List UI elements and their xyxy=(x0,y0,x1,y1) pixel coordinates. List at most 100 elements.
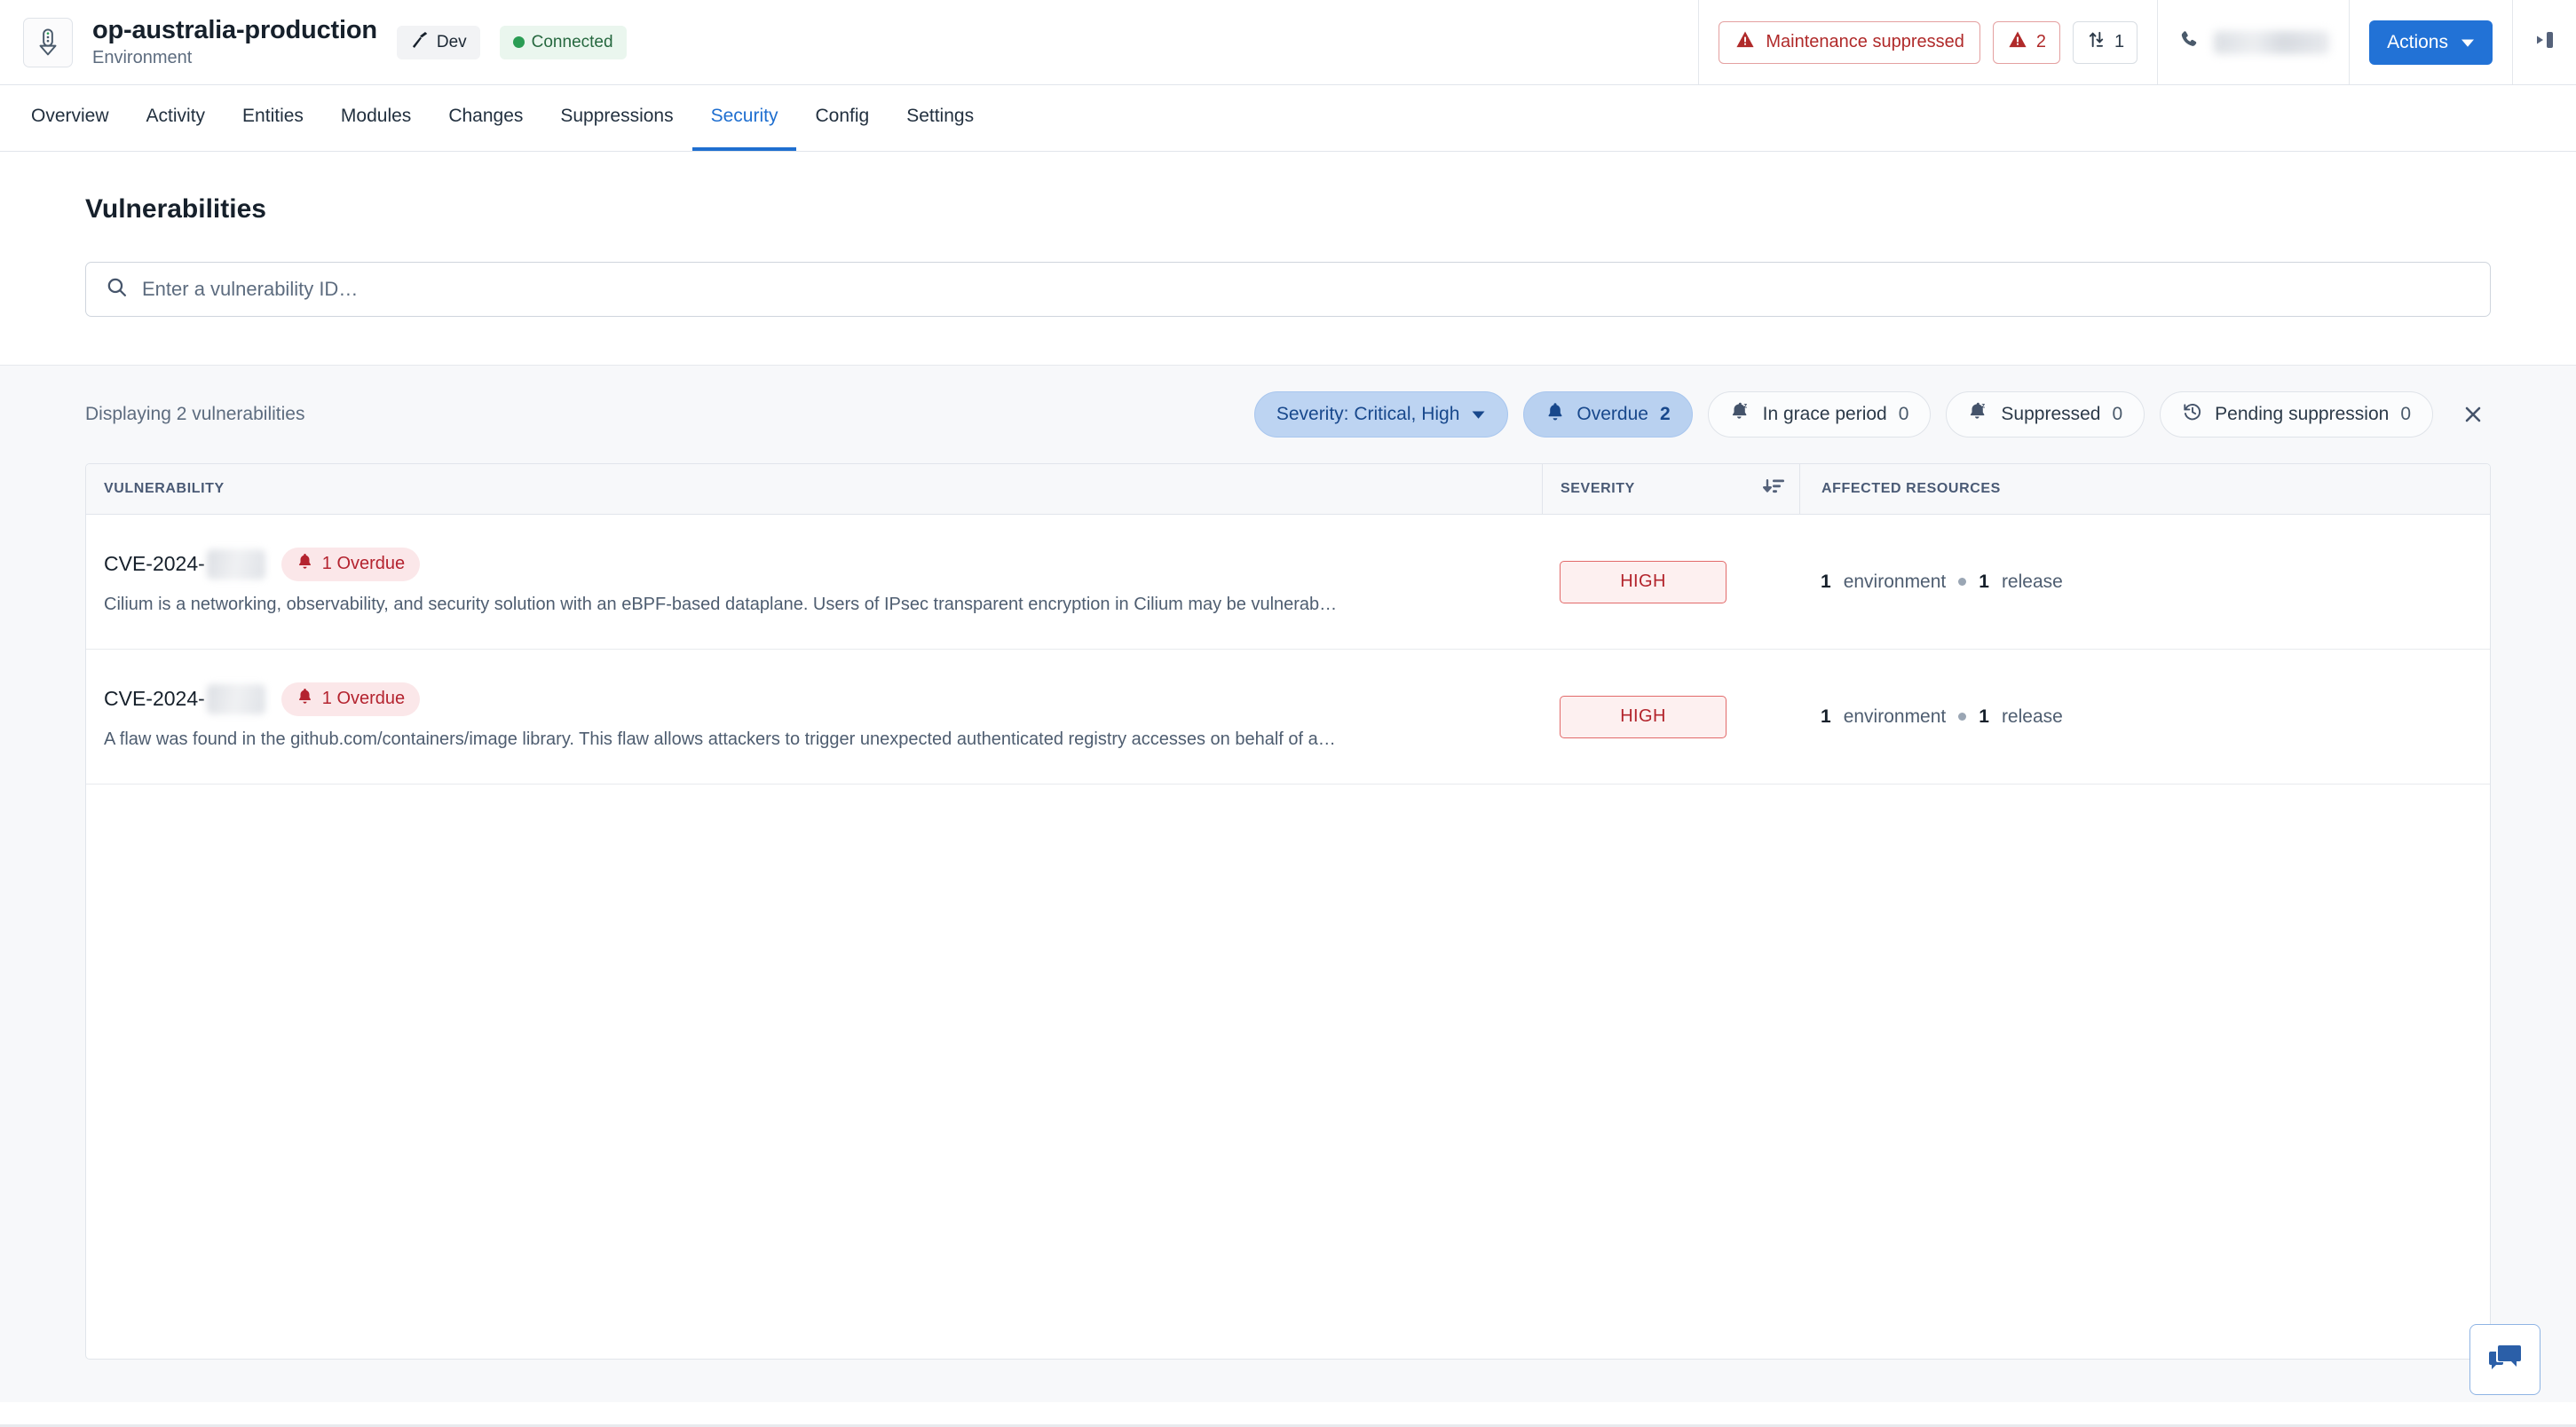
environment-count: 1 xyxy=(1821,706,1831,727)
svg-text:z: z xyxy=(1982,402,1986,410)
filter-chips: Severity: Critical, High Overdue 2 z In … xyxy=(1253,391,2491,438)
table-cell-severity: HIGH xyxy=(1542,515,1799,649)
filter-chip-pending-suppression-count: 0 xyxy=(2400,404,2411,424)
filter-chip-pending-suppression[interactable]: Pending suppression 0 xyxy=(2160,391,2433,438)
environment-icon xyxy=(23,17,73,67)
table-row[interactable]: CVE-2024- 1 Overdue A flaw was found in … xyxy=(86,650,2490,784)
table-header-row: Vulnerability Severity Affected resource… xyxy=(86,464,2490,515)
filter-chip-overdue-label: Overdue xyxy=(1576,404,1648,424)
warning-triangle-icon xyxy=(1734,29,1756,55)
warning-triangle-icon xyxy=(2007,29,2028,55)
table-cell-affected-resources: 1 environment 1 release xyxy=(1799,515,2490,649)
environment-label: environment xyxy=(1843,706,1947,727)
tab-modules[interactable]: Modules xyxy=(322,85,430,151)
actions-button[interactable]: Actions xyxy=(2369,20,2493,65)
table-cell-vulnerability: CVE-2024- 1 Overdue A flaw was found in … xyxy=(86,650,1542,784)
cve-line: CVE-2024- 1 Overdue xyxy=(104,682,1515,716)
filter-chip-in-grace-period[interactable]: z In grace period 0 xyxy=(1707,391,1932,438)
alerts-count-button[interactable]: 2 xyxy=(1992,20,2060,64)
chat-support-button[interactable] xyxy=(2469,1324,2540,1395)
status-dot-green-icon xyxy=(512,36,525,48)
filter-chip-overdue[interactable]: Overdue 2 xyxy=(1523,391,1693,438)
phone-icon[interactable] xyxy=(2177,28,2201,57)
cve-line: CVE-2024- 1 Overdue xyxy=(104,547,1515,581)
vulnerabilities-search-panel: Vulnerabilities xyxy=(0,152,2576,366)
cve-id-redacted xyxy=(206,683,265,714)
environment-label: environment xyxy=(1843,571,1947,592)
tab-config[interactable]: Config xyxy=(796,85,888,151)
bell-icon xyxy=(296,552,313,576)
header-actions-group: Actions xyxy=(2349,0,2512,84)
tab-overview[interactable]: Overview xyxy=(12,85,128,151)
bell-icon xyxy=(296,687,313,711)
cve-id: CVE-2024- xyxy=(104,548,265,579)
connection-tag: Connected xyxy=(499,25,627,59)
header-left: op-australia-production Environment Dev … xyxy=(0,0,1698,84)
search-icon xyxy=(106,276,128,303)
header-contact-group xyxy=(2157,0,2349,84)
release-count: 1 xyxy=(1979,571,1989,592)
panel-collapse-icon xyxy=(2533,27,2556,58)
app-header: op-australia-production Environment Dev … xyxy=(0,0,2576,85)
cve-description: A flaw was found in the github.com/conta… xyxy=(104,729,1336,749)
panel-collapse-button[interactable] xyxy=(2512,0,2576,84)
drift-count-button[interactable]: 1 xyxy=(2073,20,2138,64)
chevron-down-icon xyxy=(1471,404,1486,425)
actions-button-label: Actions xyxy=(2387,31,2448,52)
main-nav-tabs: Overview Activity Entities Modules Chang… xyxy=(0,85,2576,152)
column-header-severity[interactable]: Severity xyxy=(1542,464,1799,514)
release-label: release xyxy=(2001,571,2063,592)
page-title: op-australia-production xyxy=(92,16,377,45)
alerts-count-label: 2 xyxy=(2035,32,2046,51)
overdue-badge-label: 1 Overdue xyxy=(321,554,406,573)
table-cell-severity: HIGH xyxy=(1542,650,1799,784)
vulnerabilities-table: Vulnerability Severity Affected resource… xyxy=(85,463,2491,1360)
stage-tag[interactable]: Dev xyxy=(396,25,480,59)
sort-descending-icon[interactable] xyxy=(1762,477,1785,502)
chevron-down-icon xyxy=(2461,32,2475,53)
severity-badge: HIGH xyxy=(1560,560,1727,603)
overdue-badge: 1 Overdue xyxy=(281,682,421,716)
filter-chip-suppressed-label: Suppressed xyxy=(2001,404,2101,424)
separator-dot-icon xyxy=(1958,713,1967,721)
stage-tag-label: Dev xyxy=(436,32,467,51)
cve-id-redacted xyxy=(206,548,265,579)
tab-activity[interactable]: Activity xyxy=(128,85,225,151)
drift-count-label: 1 xyxy=(2114,32,2125,51)
filter-chip-overdue-count: 2 xyxy=(1659,404,1671,424)
maintenance-suppressed-button[interactable]: Maintenance suppressed xyxy=(1719,20,1980,64)
column-header-vulnerability[interactable]: Vulnerability xyxy=(86,464,1542,514)
overdue-badge: 1 Overdue xyxy=(281,547,421,581)
filter-chip-in-grace-period-label: In grace period xyxy=(1762,404,1887,424)
header-status-group: Maintenance suppressed 2 1 xyxy=(1698,0,2157,84)
tab-changes[interactable]: Changes xyxy=(430,85,541,151)
clear-filters-button[interactable] xyxy=(2455,397,2491,432)
filter-chip-severity[interactable]: Severity: Critical, High xyxy=(1253,391,1509,438)
tab-entities[interactable]: Entities xyxy=(224,85,322,151)
release-count: 1 xyxy=(1979,706,1989,727)
filter-chip-suppressed[interactable]: z Suppressed 0 xyxy=(1946,391,2145,438)
filter-chip-suppressed-count: 0 xyxy=(2112,404,2123,424)
table-cell-affected-resources: 1 environment 1 release xyxy=(1799,650,2490,784)
environment-count: 1 xyxy=(1821,571,1831,592)
displaying-count-text: Displaying 2 vulnerabilities xyxy=(85,404,305,424)
table-row[interactable]: CVE-2024- 1 Overdue Cilium is a networki… xyxy=(86,515,2490,650)
connection-tag-label: Connected xyxy=(531,32,613,51)
vulnerabilities-heading: Vulnerabilities xyxy=(85,194,266,224)
bell-snooze-icon: z xyxy=(1730,401,1751,428)
search-input[interactable] xyxy=(142,278,2470,301)
sync-arrows-icon xyxy=(2086,29,2106,55)
maintenance-suppressed-label: Maintenance suppressed xyxy=(1766,32,1964,51)
cve-id-prefix: CVE-2024- xyxy=(104,687,205,710)
column-header-affected-resources[interactable]: Affected resources xyxy=(1799,464,2490,514)
release-label: release xyxy=(2001,706,2063,727)
phone-number-redacted xyxy=(2214,30,2330,54)
cve-id: CVE-2024- xyxy=(104,683,265,714)
page-subtitle: Environment xyxy=(92,47,193,67)
overdue-badge-label: 1 Overdue xyxy=(321,689,406,708)
filter-chip-pending-suppression-label: Pending suppression xyxy=(2215,404,2390,424)
search-field-wrapper[interactable] xyxy=(85,262,2491,317)
tab-suppressions[interactable]: Suppressions xyxy=(541,85,691,151)
tab-settings[interactable]: Settings xyxy=(888,85,992,151)
tab-security[interactable]: Security xyxy=(691,85,797,151)
